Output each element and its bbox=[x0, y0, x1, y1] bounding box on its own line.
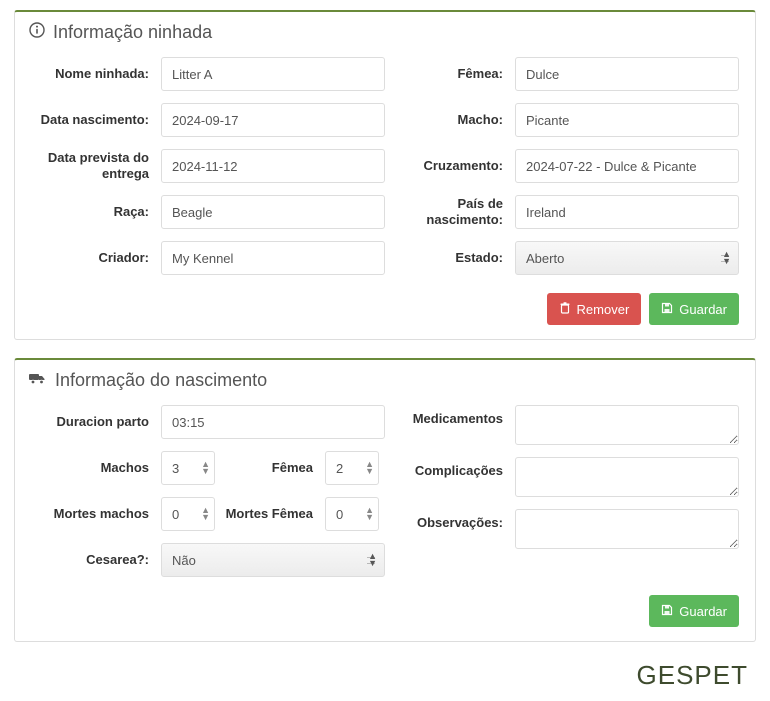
criador-input[interactable] bbox=[161, 241, 385, 275]
label-data-prevista: Data prevista do entrega bbox=[31, 150, 161, 183]
right-column: Fêmea: Macho: Cruzamento: País de nascim… bbox=[385, 57, 739, 287]
pais-input[interactable] bbox=[515, 195, 739, 229]
data-prevista-input[interactable] bbox=[161, 149, 385, 183]
label-machos: Machos bbox=[31, 460, 161, 476]
label-data-nascimento: Data nascimento: bbox=[31, 112, 161, 128]
panel2-title: Informação do nascimento bbox=[55, 370, 267, 391]
label-medicamentos: Medicamentos bbox=[385, 405, 515, 427]
duracion-parto-input[interactable] bbox=[161, 405, 385, 439]
cruzamento-input[interactable] bbox=[515, 149, 739, 183]
panel-header: Informação ninhada bbox=[15, 12, 755, 51]
brand-logo: GESPET bbox=[14, 660, 756, 691]
save-icon bbox=[661, 604, 673, 619]
label-estado: Estado: bbox=[385, 250, 515, 266]
litter-info-panel: Informação ninhada Nome ninhada: Data na… bbox=[14, 10, 756, 340]
panel2-header: Informação do nascimento bbox=[15, 360, 755, 399]
cesarea-select[interactable]: Não bbox=[161, 543, 385, 577]
estado-select[interactable]: Aberto bbox=[515, 241, 739, 275]
mortes-femea-input[interactable] bbox=[325, 497, 379, 531]
label-mortes-machos: Mortes machos bbox=[31, 506, 161, 522]
medicamentos-textarea[interactable] bbox=[515, 405, 739, 445]
guardar-button[interactable]: Guardar bbox=[649, 293, 739, 325]
birth-info-panel: Informação do nascimento Duracion parto … bbox=[14, 358, 756, 642]
label-complicacoes: Complicações bbox=[385, 457, 515, 479]
panel2-right: Medicamentos Complicações Observações: bbox=[385, 405, 739, 589]
femea-count-input[interactable] bbox=[325, 451, 379, 485]
label-mortes-femea: Mortes Fêmea bbox=[215, 506, 325, 522]
remover-label: Remover bbox=[577, 302, 630, 317]
guardar-button-2[interactable]: Guardar bbox=[649, 595, 739, 627]
label-cruzamento: Cruzamento: bbox=[385, 158, 515, 174]
label-nome-ninhada: Nome ninhada: bbox=[31, 66, 161, 82]
observacoes-textarea[interactable] bbox=[515, 509, 739, 549]
label-raca: Raça: bbox=[31, 204, 161, 220]
machos-input[interactable] bbox=[161, 451, 215, 485]
save-icon bbox=[661, 302, 673, 317]
panel2-left: Duracion parto Machos ▲▼ Fêmea ▲▼ bbox=[31, 405, 385, 589]
femea-input[interactable] bbox=[515, 57, 739, 91]
panel1-actions: Remover Guardar bbox=[15, 287, 755, 325]
macho-input[interactable] bbox=[515, 103, 739, 137]
guardar-label: Guardar bbox=[679, 302, 727, 317]
panel-title: Informação ninhada bbox=[53, 22, 212, 43]
label-cesarea: Cesarea?: bbox=[31, 552, 161, 568]
label-femea: Fêmea: bbox=[385, 66, 515, 82]
panel-body: Nome ninhada: Data nascimento: Data prev… bbox=[15, 51, 755, 287]
data-nascimento-input[interactable] bbox=[161, 103, 385, 137]
panel2-body: Duracion parto Machos ▲▼ Fêmea ▲▼ bbox=[15, 399, 755, 589]
label-macho: Macho: bbox=[385, 112, 515, 128]
truck-icon bbox=[29, 371, 47, 390]
remover-button[interactable]: Remover bbox=[547, 293, 642, 325]
panel2-actions: Guardar bbox=[15, 589, 755, 627]
label-criador: Criador: bbox=[31, 250, 161, 266]
mortes-machos-input[interactable] bbox=[161, 497, 215, 531]
trash-icon bbox=[559, 302, 571, 317]
label-duracion-parto: Duracion parto bbox=[31, 414, 161, 430]
complicacoes-textarea[interactable] bbox=[515, 457, 739, 497]
label-observacoes: Observações: bbox=[385, 509, 515, 531]
raca-input[interactable] bbox=[161, 195, 385, 229]
left-column: Nome ninhada: Data nascimento: Data prev… bbox=[31, 57, 385, 287]
nome-ninhada-input[interactable] bbox=[161, 57, 385, 91]
guardar-label-2: Guardar bbox=[679, 604, 727, 619]
info-icon bbox=[29, 22, 45, 43]
label-pais: País de nascimento: bbox=[385, 196, 515, 229]
label-femea-count: Fêmea bbox=[215, 460, 325, 476]
